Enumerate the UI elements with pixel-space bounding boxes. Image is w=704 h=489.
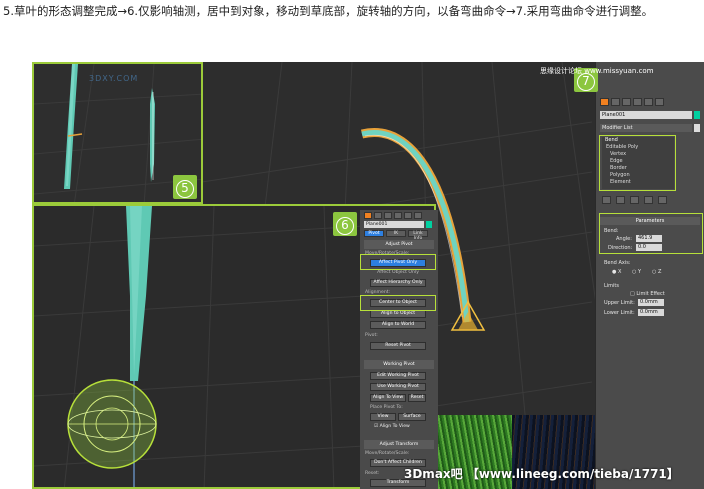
modify-command-panel: Plane001 Modifier List Bend Editable Pol… xyxy=(595,62,704,489)
hier-object-name-field[interactable]: Plane001 xyxy=(364,221,424,228)
use-working-pivot-button[interactable]: Use Working Pivot xyxy=(370,383,426,391)
step-5-badge: 5 xyxy=(173,175,197,199)
lower-limit-label: Lower Limit: xyxy=(604,310,635,316)
modify-tab[interactable] xyxy=(611,98,620,106)
upper-limit-spinner[interactable]: 0.0mm xyxy=(638,299,664,306)
parameters-highlight-frame xyxy=(599,213,703,254)
limits-label: Limits xyxy=(604,283,619,289)
upper-limit-label: Upper Limit: xyxy=(604,300,635,306)
affect-pivot-only-highlight xyxy=(360,254,436,270)
tab-pivot[interactable]: Pivot xyxy=(364,230,384,237)
bend-axis-label: Bend Axis: xyxy=(604,260,631,266)
adjust-pivot-rollout[interactable]: Adjust Pivot xyxy=(364,240,434,249)
site-logo: 3DXY.COM xyxy=(89,74,139,83)
stack-tools[interactable] xyxy=(602,196,667,204)
adjust-transform-rollout[interactable]: Adjust Transform xyxy=(364,440,434,449)
create-tab-small[interactable] xyxy=(364,212,372,219)
hierarchy-tab[interactable] xyxy=(622,98,631,106)
display-tab-small[interactable] xyxy=(404,212,412,219)
center-to-object-highlight xyxy=(360,295,436,311)
max-viewport-composite: Plane001 Modifier List Bend Editable Pol… xyxy=(32,62,704,489)
axis-z-radio[interactable]: ○ Z xyxy=(652,269,661,275)
tab-link-info[interactable]: Link Info xyxy=(408,230,428,241)
align-to-view-button[interactable]: Align To View xyxy=(370,394,406,402)
motion-tab[interactable] xyxy=(633,98,642,106)
modifier-list-dropdown[interactable]: Modifier List xyxy=(600,124,692,132)
reset-pivot-button[interactable]: Reset Pivot xyxy=(370,342,426,350)
stack-highlight-frame xyxy=(599,135,676,191)
chevron-down-icon[interactable] xyxy=(694,124,700,132)
hierarchy-command-panel: Plane001 Pivot IK Link Info Adjust Pivot… xyxy=(360,210,438,489)
align-to-object-button[interactable]: Align to Object xyxy=(370,310,426,318)
pin-stack-icon[interactable] xyxy=(602,196,611,204)
reset-working-pivot-button[interactable]: Reset xyxy=(408,394,426,402)
step-6-badge: 6 xyxy=(333,212,357,236)
inset-step-5: 3DXY.COM 5 xyxy=(32,62,203,204)
modify-tab-small[interactable] xyxy=(374,212,382,219)
remove-modifier-icon[interactable] xyxy=(644,196,653,204)
create-tab[interactable] xyxy=(600,98,609,106)
grass-blade-side xyxy=(150,88,155,182)
align-to-view-checkbox[interactable]: ☑ Align To View xyxy=(374,424,410,429)
limit-effect-checkbox[interactable]: □ Limit Effect xyxy=(630,291,665,297)
edit-working-pivot-button[interactable]: Edit Working Pivot xyxy=(370,372,426,380)
reset-label: Reset: xyxy=(365,471,380,476)
command-panel-tabs[interactable] xyxy=(600,98,664,106)
tab-ik[interactable]: IK xyxy=(386,230,406,237)
hierarchy-panel-tabs[interactable] xyxy=(364,212,422,219)
make-unique-icon[interactable] xyxy=(630,196,639,204)
forum-watermark: 思缘设计论坛 www.missyuan.com xyxy=(540,67,654,75)
surface-button[interactable]: Surface xyxy=(398,413,426,421)
move-rotate-scale-label-2: Move/Rotate/Scale: xyxy=(365,451,410,456)
axis-y-radio[interactable]: ○ Y xyxy=(632,269,641,275)
pivot-label: Pivot: xyxy=(365,333,378,338)
view-button[interactable]: View xyxy=(370,413,396,421)
hier-object-color[interactable] xyxy=(426,221,432,228)
place-pivot-to-label: Place Pivot To: xyxy=(370,405,403,410)
show-end-result-icon[interactable] xyxy=(616,196,625,204)
display-tab[interactable] xyxy=(644,98,653,106)
tieba-watermark: 3Dmax吧 【www.lineeg.com/tieba/1771】 xyxy=(404,467,679,481)
motion-tab-small[interactable] xyxy=(394,212,402,219)
align-to-world-button[interactable]: Align to World xyxy=(370,321,426,329)
utilities-tab-small[interactable] xyxy=(414,212,422,219)
tutorial-caption: 5.草叶的形态调整完成→6.仅影响轴测，居中到对象，移动到草底部，旋转轴的方向，… xyxy=(3,4,654,18)
working-pivot-rollout[interactable]: Working Pivot xyxy=(364,360,434,369)
affect-hierarchy-only-button[interactable]: Affect Hierarchy Only xyxy=(370,279,426,287)
configure-sets-icon[interactable] xyxy=(658,196,667,204)
affect-object-only-button[interactable]: Affect Object Only xyxy=(370,269,426,277)
axis-x-radio[interactable]: ● X xyxy=(612,269,621,275)
object-name-field[interactable]: Plane001 xyxy=(600,111,692,119)
lower-limit-spinner[interactable]: 0.0mm xyxy=(638,309,664,316)
hierarchy-tab-small[interactable] xyxy=(384,212,392,219)
utilities-tab[interactable] xyxy=(655,98,664,106)
object-color-swatch[interactable] xyxy=(694,111,700,119)
